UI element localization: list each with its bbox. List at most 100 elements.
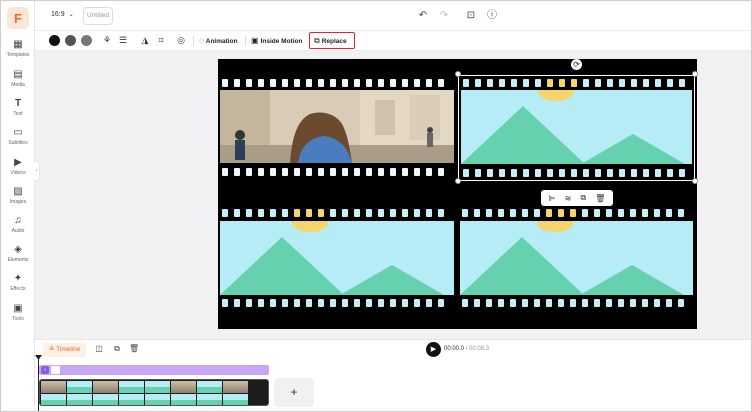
sidebar-item-text[interactable]: T Text (1, 98, 35, 117)
duplicate-icon[interactable]: ⧉ (580, 193, 586, 203)
sidebar-item-media[interactable]: ▤ Media (1, 69, 35, 88)
resize-handle-bottom-left[interactable] (455, 178, 461, 184)
toolbar-divider (245, 36, 246, 46)
app-window: F ▦ Templates ▤ Media T Text ▭ Subtitles… (0, 0, 752, 412)
templates-icon: ▦ (13, 39, 23, 50)
placeholder-image (460, 221, 693, 295)
toolbar-divider (193, 36, 194, 46)
sidebar-item-label: Audio (11, 228, 25, 234)
placeholder-image (220, 221, 454, 295)
film-sprocket-row (222, 79, 450, 88)
media-icon: ▤ (13, 69, 23, 80)
replace-button[interactable]: ⧉ Replace (314, 34, 347, 47)
audio-waveform-icon (51, 366, 60, 374)
replace-label: Replace (321, 38, 347, 45)
sidebar-item-images[interactable]: ▨ Images (1, 186, 35, 205)
sidebar-item-videos[interactable]: ▶ Videos (1, 157, 35, 176)
adjust-icon[interactable]: ☰ (117, 34, 129, 47)
sidebar-item-label: Videos (10, 170, 26, 176)
film-tile-placeholder-selected[interactable] (458, 75, 695, 181)
film-tile-placeholder[interactable] (458, 207, 695, 311)
flip-icon[interactable]: ◮ (139, 34, 151, 47)
audio-track-clip[interactable]: ♪ (39, 365, 269, 375)
sidebar-item-label: Templates (6, 52, 30, 58)
sidebar-item-templates[interactable]: ▦ Templates (1, 39, 35, 58)
screenshot-icon[interactable]: ⊡ (464, 9, 478, 23)
inside-motion-label: Inside Motion (260, 38, 303, 45)
color-swatch-3[interactable] (81, 35, 92, 46)
tools-icon: ▣ (13, 303, 23, 314)
replace-icon: ⧉ (314, 36, 320, 45)
video-track-clip[interactable] (39, 379, 269, 406)
audio-clip-icon: ♪ (41, 366, 49, 374)
resize-handle-top-left[interactable] (455, 71, 461, 77)
crop-icon[interactable]: ⌗ (155, 34, 167, 47)
trash-icon[interactable]: 🗑 (129, 344, 139, 354)
color-swatch-2[interactable] (65, 35, 76, 46)
images-icon: ▨ (13, 186, 23, 197)
color-filter-icon[interactable]: ⚘ (101, 34, 113, 47)
timeline-label: Timeline (56, 346, 81, 353)
total-time: / 00:08.3 (465, 346, 490, 352)
delete-icon[interactable]: 🗑 (595, 194, 605, 203)
color-swatch-1[interactable] (49, 35, 60, 46)
placeholder-image (461, 90, 692, 164)
animation-label: Animation (205, 38, 238, 45)
audio-icon: ♫ (14, 215, 22, 226)
sidebar-item-effects[interactable]: ✦ Effects (1, 273, 35, 292)
project-title-input[interactable]: Untitled (83, 7, 113, 25)
film-tile-placeholder[interactable] (218, 207, 456, 311)
video-canvas[interactable] (218, 59, 697, 329)
sidebar-item-label: Subtitles (8, 140, 28, 146)
film-tile-photo[interactable] (218, 77, 456, 181)
sidebar-item-label: Effects (10, 286, 26, 292)
timeline-toggle-button[interactable]: ≛ Timeline (43, 343, 87, 357)
sidebar-item-elements[interactable]: ◈ Elements (1, 244, 35, 263)
help-icon[interactable]: ⓘ (485, 9, 499, 23)
top-header: 16:9 ⌄ Untitled ↶ ↷ ⊡ ⓘ (35, 1, 751, 31)
animation-button[interactable]: ◌ Animation (199, 34, 238, 47)
layers-icon[interactable]: ≋ (565, 194, 572, 203)
aspect-ratio-select[interactable]: 16:9 ⌄ (51, 11, 74, 18)
copy-icon[interactable]: ⧉ (112, 344, 122, 354)
sidebar-item-label: Media (11, 82, 25, 88)
mask-icon[interactable]: ◎ (175, 34, 187, 47)
videos-icon: ▶ (14, 157, 22, 168)
sidebar-item-subtitles[interactable]: ▭ Subtitles (1, 127, 35, 146)
sidebar-item-tools[interactable]: ▣ Tools (1, 303, 35, 322)
inside-motion-button[interactable]: ▣ Inside Motion (251, 34, 302, 47)
effects-icon: ✦ (13, 273, 23, 284)
sidebar-item-audio[interactable]: ♫ Audio (1, 215, 35, 234)
film-sprocket-row (462, 209, 690, 218)
app-logo[interactable]: F (7, 7, 29, 29)
subtitles-icon: ▭ (13, 127, 23, 138)
aspect-ratio-value: 16:9 (51, 11, 65, 18)
resize-handle-top-right[interactable] (692, 71, 698, 77)
left-sidebar: F ▦ Templates ▤ Media T Text ▭ Subtitles… (1, 1, 35, 411)
rotate-icon[interactable]: ⟳ (571, 59, 582, 70)
undo-icon[interactable]: ↶ (416, 9, 430, 23)
film-sprocket-row (222, 209, 450, 218)
sidebar-item-label: Elements (7, 257, 29, 263)
text-icon: T (14, 98, 22, 109)
add-clip-button[interactable]: + (274, 378, 314, 407)
align-icon[interactable]: ⊫ (549, 194, 556, 203)
sidebar-item-label: Text (13, 111, 23, 117)
film-sprocket-row (462, 299, 690, 308)
play-button[interactable]: ▶ (426, 342, 441, 357)
film-sprocket-row (463, 79, 691, 88)
elements-icon: ◈ (14, 244, 22, 255)
current-time: 00:00.0 (444, 346, 465, 352)
street-photo (220, 90, 454, 163)
inside-motion-icon: ▣ (251, 36, 259, 45)
chevron-down-icon: ⌄ (68, 12, 74, 18)
redo-icon[interactable]: ↷ (437, 9, 451, 23)
collapse-sidebar-tab[interactable]: › (34, 161, 40, 181)
split-icon[interactable]: ◫ (94, 344, 104, 354)
film-sprocket-row (222, 168, 450, 177)
playback-time: 00:00.0 / 00:08.3 (444, 346, 489, 352)
resize-handle-bottom-right[interactable] (692, 178, 698, 184)
sidebar-item-label: Images (9, 199, 27, 205)
element-toolbar: ⚘ ☰ ◮ ⌗ ◎ ◌ Animation ▣ Inside Motion ⧉ Rep… (35, 31, 751, 51)
animation-icon: ◌ (199, 36, 204, 45)
